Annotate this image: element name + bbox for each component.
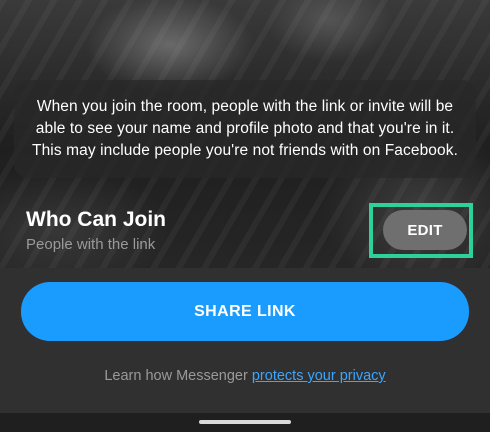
room-info-card: When you join the room, people with the … bbox=[14, 80, 476, 178]
privacy-link[interactable]: protects your privacy bbox=[252, 368, 386, 384]
privacy-note-text: Learn how Messenger bbox=[104, 368, 252, 384]
room-info-text: When you join the room, people with the … bbox=[32, 96, 458, 162]
privacy-note: Learn how Messenger protects your privac… bbox=[0, 368, 490, 384]
room-link-screen: When you join the room, people with the … bbox=[0, 0, 490, 432]
room-info-line: This may include people you're not frien… bbox=[32, 142, 458, 159]
room-info-line: When you join the room, people with the … bbox=[36, 98, 454, 115]
share-link-button[interactable]: SHARE LINK bbox=[21, 282, 469, 341]
who-can-join-title: Who Can Join bbox=[26, 208, 166, 231]
room-info-line: able to see your name and profile photo … bbox=[35, 120, 455, 137]
edit-button[interactable]: EDIT bbox=[383, 210, 467, 250]
who-can-join-subtitle: People with the link bbox=[26, 236, 156, 253]
home-indicator[interactable] bbox=[199, 420, 291, 424]
